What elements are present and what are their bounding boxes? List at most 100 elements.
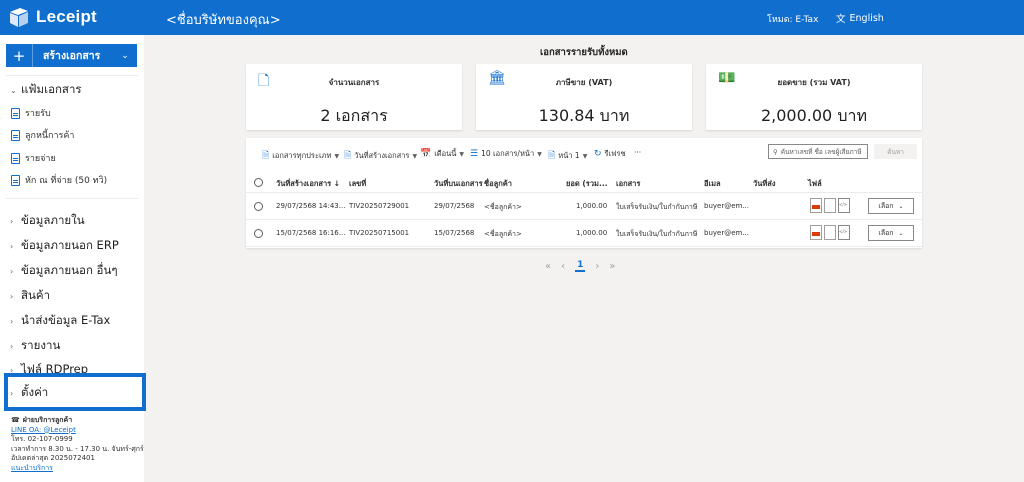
filter-label: เดือนนี้ xyxy=(434,149,457,158)
refresh-label: รีเฟรช xyxy=(604,149,626,158)
refresh-button[interactable]: ↻ รีเฟรช xyxy=(594,148,626,160)
cell-doc-type: ใบเสร็จรับเงิน/ใบกำกับภาษี xyxy=(616,203,698,211)
page-title: เอกสารรายรับทั้งหมด xyxy=(540,47,628,58)
service-guide-link[interactable]: แนะนำบริการ xyxy=(11,464,144,474)
card-value: 2,000.00 บาท xyxy=(760,106,868,125)
card-label: ภาษีขาย (VAT) xyxy=(555,78,613,87)
chevron-right-icon: › xyxy=(10,266,14,276)
chevron-down-icon: ▼ xyxy=(412,152,418,160)
search-input[interactable]: ⚲ ค้นหาเลขที่ ชื่อ เลขผู้เสียภาษี xyxy=(768,144,868,159)
prev-page-icon[interactable]: ‹ xyxy=(561,261,565,272)
mode-label[interactable]: โหมด: E-Tax xyxy=(767,12,818,26)
sort-filter[interactable]: 🗎 วันที่สร้างเอกสาร ▼ xyxy=(344,148,417,164)
table-toolbar: 🗎 เอกสารทุกประเภท ▼ 🗎 วันที่สร้างเอกสาร … xyxy=(246,138,922,166)
table-header: วันที่สร้างเอกสาร ↓ เลขที่ วันที่บนเอกสา… xyxy=(246,173,922,193)
more-button[interactable]: ··· xyxy=(634,148,641,157)
page-filter[interactable]: 🗎 หน้า 1 ▼ xyxy=(548,148,587,164)
support-phone: โทร. 02-107-0999 xyxy=(11,435,73,443)
plus-icon: + xyxy=(12,46,26,65)
blank-file-icon[interactable] xyxy=(824,225,836,240)
next-page-icon[interactable]: › xyxy=(595,261,599,272)
sidebar-section-documents[interactable]: ⌄ แฟ้มเอกสาร xyxy=(10,81,82,99)
cell-created: 29/07/2568 14:43... xyxy=(276,202,346,210)
summary-card-sales: 💵 ยอดขาย (รวม VAT) 2,000.00 บาท xyxy=(706,64,922,130)
col-customer[interactable]: ชื่อลูกค้า xyxy=(484,178,512,190)
language-switch[interactable]: 文 English xyxy=(836,11,884,26)
section-label: ข้อมูลภายใน xyxy=(21,213,85,227)
document-icon xyxy=(11,129,20,141)
sidebar-divider xyxy=(6,75,138,76)
col-created[interactable]: วันที่สร้างเอกสาร ↓ xyxy=(276,178,340,190)
search-button[interactable]: ค้นหา xyxy=(874,144,917,159)
last-page-icon[interactable]: » xyxy=(609,261,615,272)
section-label: ตั้งค่า xyxy=(21,385,49,399)
cell-doc-type: ใบเสร็จรับเงิน/ใบกำกับภาษี xyxy=(616,230,698,238)
chevron-down-icon: ⌄ xyxy=(898,229,904,237)
row-action-select[interactable]: เลือก ⌄ xyxy=(868,198,914,214)
summary-card-vat: 🏛 ภาษีขาย (VAT) 130.84 บาท xyxy=(476,64,692,130)
sidebar-section-reports[interactable]: › รายงาน xyxy=(10,337,60,355)
row-select-radio[interactable] xyxy=(254,202,263,211)
col-doc-date[interactable]: วันที่บนเอกสาร xyxy=(434,178,483,190)
page-size-filter[interactable]: ☰ 10 เอกสาร/หน้า ▼ xyxy=(470,148,542,160)
row-select-radio[interactable] xyxy=(254,229,263,238)
filter-label: 10 เอกสาร/หน้า xyxy=(481,149,535,158)
blank-file-icon[interactable] xyxy=(824,198,836,213)
col-file[interactable]: ไฟล์ xyxy=(808,178,822,190)
chevron-right-icon: › xyxy=(10,316,14,326)
col-sent[interactable]: วันที่ส่ง xyxy=(753,178,776,190)
chevron-down-icon[interactable]: ⌄ xyxy=(113,51,137,61)
col-doc-type[interactable]: เอกสาร xyxy=(616,178,640,190)
chevron-right-icon: › xyxy=(10,216,14,226)
current-page[interactable]: 1 xyxy=(575,260,586,272)
sidebar-section-etax[interactable]: › นำส่งข้อมูล E-Tax xyxy=(10,312,110,330)
col-amount[interactable]: ยอด (รวม... xyxy=(566,178,608,190)
card-value: 130.84 บาท xyxy=(538,106,630,125)
line-oa-link[interactable]: LINE OA: @Leceipt xyxy=(11,426,144,436)
table-row[interactable]: 15/07/2568 16:16... TIV20250715001 15/07… xyxy=(246,220,922,247)
summary-card-count: 🗋 จำนวนเอกสาร 2 เอกสาร xyxy=(246,64,462,130)
col-number[interactable]: เลขที่ xyxy=(349,178,366,190)
first-page-icon[interactable]: « xyxy=(545,261,551,272)
cell-amount: 1,000.00 xyxy=(576,202,608,210)
company-name[interactable]: <ชื่อบริษัทของคุณ> xyxy=(166,9,281,30)
pagination: « ‹ 1 › » xyxy=(545,260,616,272)
filter-label: เอกสารทุกประเภท xyxy=(272,151,332,160)
filter-label: หน้า 1 xyxy=(558,151,580,160)
sidebar-section-products[interactable]: › สินค้า xyxy=(10,287,50,305)
calendar-icon: 📅 xyxy=(420,149,432,159)
row-action-select[interactable]: เลือก ⌄ xyxy=(868,225,914,241)
document-icon: 🗎 xyxy=(262,151,270,161)
period-filter[interactable]: 📅 เดือนนี้ ▼ xyxy=(420,148,464,160)
sidebar-section-settings[interactable]: › ตั้งค่า xyxy=(10,384,48,402)
doc-type-filter[interactable]: 🗎 เอกสารทุกประเภท ▼ xyxy=(262,148,339,164)
select-all-radio[interactable] xyxy=(254,178,263,187)
sidebar-item-income[interactable]: รายรับ xyxy=(11,106,51,120)
file-icons xyxy=(810,198,850,213)
sidebar-item-expenses[interactable]: รายจ่าย xyxy=(11,151,56,165)
col-email[interactable]: อีเมล xyxy=(704,178,721,190)
xml-file-icon[interactable] xyxy=(838,198,850,213)
pdf-file-icon[interactable] xyxy=(810,198,822,213)
sidebar-item-withholding[interactable]: หัก ณ ที่จ่าย (50 ทวิ) xyxy=(11,173,107,187)
support-title-text: ฝ่ายบริการลูกค้า xyxy=(22,416,73,424)
search-icon: ⚲ xyxy=(773,147,778,156)
table-row[interactable]: 29/07/2568 14:43... TIV20250729001 29/07… xyxy=(246,193,922,220)
sidebar-section-internal[interactable]: › ข้อมูลภายใน xyxy=(10,212,85,230)
support-info: ☎ ฝ่ายบริการลูกค้า LINE OA: @Leceipt โทร… xyxy=(11,416,144,473)
sidebar-item-receivables[interactable]: ลูกหนี้การค้า xyxy=(11,128,74,142)
item-label: รายจ่าย xyxy=(25,154,56,164)
select-label: เลือก xyxy=(878,228,894,237)
create-document-button[interactable]: + สร้างเอกสาร ⌄ xyxy=(6,44,137,67)
logo-text: Leceipt xyxy=(36,7,97,26)
pdf-file-icon[interactable] xyxy=(810,225,822,240)
headset-icon: ☎ xyxy=(11,416,20,424)
create-document-label: สร้างเอกสาร xyxy=(43,50,101,62)
chevron-right-icon: › xyxy=(10,241,14,251)
select-label: เลือก xyxy=(878,201,894,210)
logo[interactable]: Leceipt xyxy=(8,6,97,28)
sidebar-section-erp[interactable]: › ข้อมูลภายนอก ERP xyxy=(10,237,119,255)
cell-number: TIV20250715001 xyxy=(349,229,410,237)
sidebar-section-external-other[interactable]: › ข้อมูลภายนอก อื่นๆ xyxy=(10,262,118,280)
xml-file-icon[interactable] xyxy=(838,225,850,240)
